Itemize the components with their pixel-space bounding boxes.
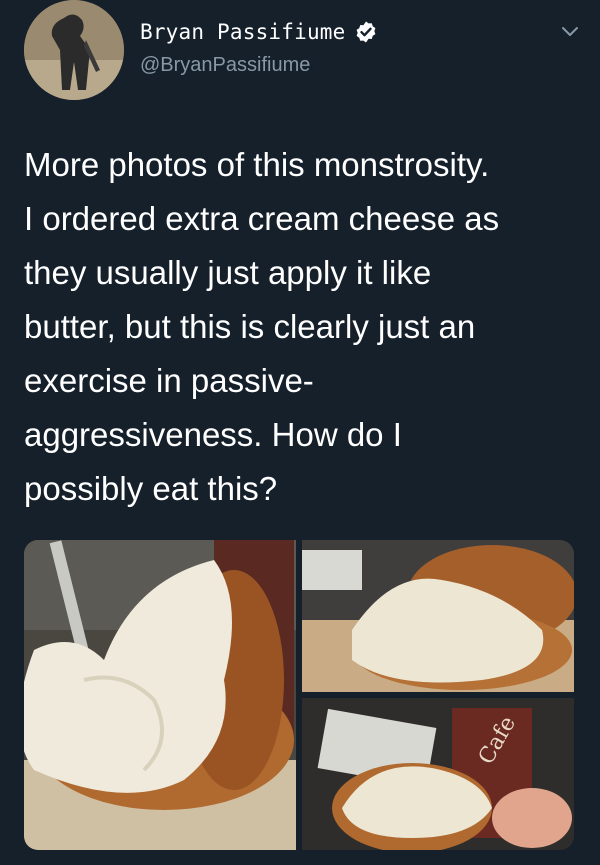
tweet-photo-2[interactable] xyxy=(302,540,574,692)
tweet-text-line: More photos of this monstrosity. xyxy=(24,146,490,183)
chevron-down-icon[interactable] xyxy=(560,24,580,38)
author-row[interactable]: Bryan Passifiume xyxy=(140,20,378,44)
tweet-text-line: exercise in passive- xyxy=(24,362,314,399)
tweet-photo-1[interactable] xyxy=(24,540,296,850)
tweet-text-line: aggressiveness. How do I xyxy=(24,416,402,453)
tweet-text-line: possibly eat this? xyxy=(24,470,278,507)
avatar-image xyxy=(24,0,124,100)
tweet-photo-3[interactable]: Cafe xyxy=(302,698,574,850)
author-handle[interactable]: @BryanPassifiume xyxy=(140,54,310,77)
media-grid: Cafe xyxy=(24,540,574,850)
tweet-text-line: I ordered extra cream cheese as xyxy=(24,200,500,237)
author-name[interactable]: Bryan Passifiume xyxy=(140,20,346,44)
tweet-text: More photos of this monstrosity. I order… xyxy=(24,138,584,516)
avatar[interactable] xyxy=(24,0,124,100)
verified-badge-icon xyxy=(356,21,375,43)
tweet-text-line: they usually just apply it like xyxy=(24,254,432,291)
tweet-text-line: butter, but this is clearly just an xyxy=(24,308,476,345)
